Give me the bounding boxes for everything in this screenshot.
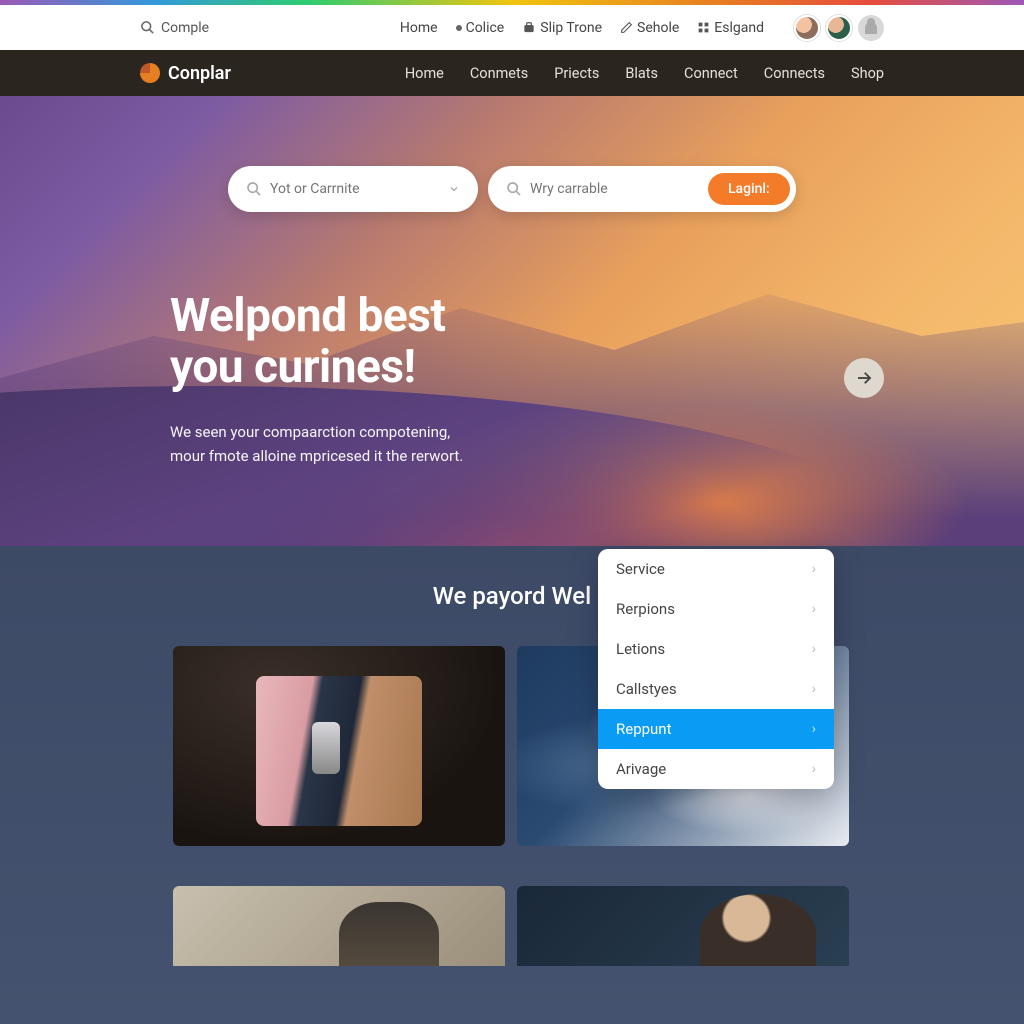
hero-title: Welpond best you curines! — [170, 291, 463, 392]
avatar-anon[interactable] — [858, 15, 884, 41]
dropdown-item-callstyes[interactable]: Callstyes› — [598, 669, 834, 709]
topnav-sehole[interactable]: Sehole — [620, 20, 679, 36]
topnav-eslgand[interactable]: Eslgand — [697, 20, 764, 36]
section-title: We payord Wel — [0, 582, 1024, 610]
hero-search-query[interactable]: Laginl: — [488, 166, 796, 212]
feature-card[interactable] — [517, 886, 849, 966]
brand-icon — [140, 63, 160, 83]
brand[interactable]: Conplar — [140, 63, 231, 84]
topbar-search[interactable]: Comple — [140, 20, 209, 36]
hero-search-category[interactable] — [228, 166, 478, 212]
chevron-right-icon: › — [812, 761, 816, 777]
chevron-right-icon: › — [812, 681, 816, 697]
search-icon — [506, 181, 522, 197]
nav-conmets[interactable]: Conmets — [470, 65, 528, 82]
dot-icon — [456, 25, 462, 31]
chevron-down-icon — [448, 182, 460, 196]
card-row — [0, 646, 1024, 846]
search-icon — [140, 20, 155, 35]
hero-search-category-input[interactable] — [270, 181, 448, 197]
hero-subtitle: We seen your compaarction compotening, m… — [170, 420, 463, 468]
topbar: Comple Home Colice Slip Trone Sehole Esl… — [0, 5, 1024, 50]
main-nav: Conplar Home Conmets Priects Blats Conne… — [0, 50, 1024, 96]
topnav-sliptrone[interactable]: Slip Trone — [522, 20, 602, 36]
cart-icon — [522, 21, 536, 35]
feature-card[interactable] — [173, 646, 505, 846]
feature-card[interactable] — [173, 886, 505, 966]
topbar-search-text: Comple — [161, 20, 209, 36]
pencil-icon — [620, 21, 633, 34]
services-dropdown: Service› Rerpions› Letions› Callstyes› R… — [598, 549, 834, 789]
nav-connects[interactable]: Connects — [764, 65, 825, 82]
nav-shop[interactable]: Shop — [851, 65, 884, 82]
dropdown-item-letions[interactable]: Letions› — [598, 629, 834, 669]
avatar-group — [794, 15, 884, 41]
chevron-right-icon: › — [812, 721, 816, 737]
nav-connect[interactable]: Connect — [684, 65, 738, 82]
content-section: We payord Wel Service› Rerpions› Letions… — [0, 546, 1024, 1024]
nav-priects[interactable]: Priects — [554, 65, 599, 82]
hero-search-row: Laginl: — [228, 166, 796, 212]
nav-blats[interactable]: Blats — [625, 65, 658, 82]
carousel-next-button[interactable] — [844, 358, 884, 398]
topnav-colice[interactable]: Colice — [456, 20, 505, 36]
dropdown-item-service[interactable]: Service› — [598, 549, 834, 589]
grid-icon — [697, 21, 710, 34]
arrow-right-icon — [855, 369, 873, 387]
dropdown-item-arivage[interactable]: Arivage› — [598, 749, 834, 789]
dropdown-item-rerpions[interactable]: Rerpions› — [598, 589, 834, 629]
dropdown-item-reppunt[interactable]: Reppunt› — [598, 709, 834, 749]
hero: Laginl: Welpond best you curines! We see… — [0, 96, 1024, 546]
topbar-nav: Home Colice Slip Trone Sehole Eslgand — [400, 15, 884, 41]
nav-home[interactable]: Home — [405, 65, 444, 82]
hero-text: Welpond best you curines! We seen your c… — [170, 291, 463, 468]
topnav-home[interactable]: Home — [400, 20, 438, 36]
main-nav-links: Home Conmets Priects Blats Connect Conne… — [405, 65, 884, 82]
avatar[interactable] — [794, 15, 820, 41]
hero-search-query-input[interactable] — [530, 181, 708, 197]
chevron-right-icon: › — [812, 641, 816, 657]
login-button[interactable]: Laginl: — [708, 173, 790, 205]
avatar[interactable] — [826, 15, 852, 41]
chevron-right-icon: › — [812, 561, 816, 577]
search-icon — [246, 181, 262, 197]
brand-name: Conplar — [168, 63, 231, 84]
chevron-right-icon: › — [812, 601, 816, 617]
card-row-2 — [0, 846, 1024, 966]
